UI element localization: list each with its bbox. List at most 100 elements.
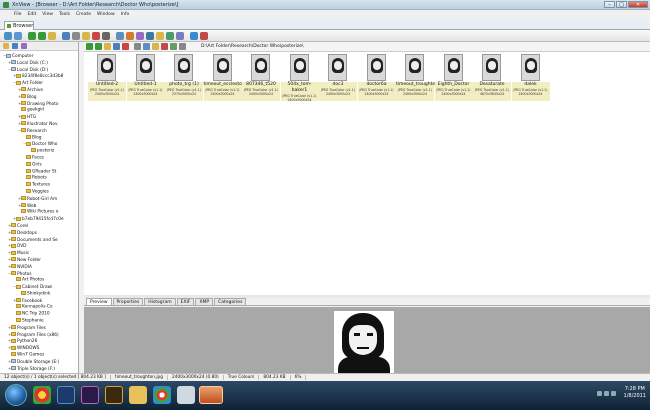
nav-back-icon[interactable] (86, 43, 93, 50)
tray-arrow-icon[interactable] (597, 391, 602, 396)
tree-item[interactable]: + Archive (0, 87, 78, 94)
tab-xmp[interactable]: XMP (195, 298, 214, 305)
tree-item[interactable]: − Art Folder (0, 80, 78, 87)
browser-icon[interactable] (4, 31, 12, 40)
delete-icon[interactable] (92, 31, 100, 40)
tree-item[interactable]: + Facebook (0, 298, 78, 305)
view-mode-icon[interactable] (134, 43, 141, 50)
star-icon[interactable] (161, 43, 168, 50)
thumbnail-image[interactable] (328, 54, 347, 81)
contact-sheet-icon[interactable] (156, 31, 164, 40)
sort-icon[interactable] (143, 43, 150, 50)
menu-window[interactable]: Window (97, 12, 115, 17)
tree-item[interactable]: + Web (0, 203, 78, 210)
illustrator-icon[interactable] (105, 386, 123, 404)
thumbnail-item[interactable]: 504x_tom-baker1 JPEG TrueColor (v1.1) 2400… (280, 54, 319, 102)
open-folder-icon[interactable] (82, 31, 90, 40)
tree-item[interactable]: Stephanie (0, 318, 78, 325)
thumbnail-image[interactable] (97, 54, 116, 81)
tree-item[interactable]: Win7 Games (0, 352, 78, 359)
tree-item[interactable]: Blog (0, 134, 78, 142)
categories-icon[interactable] (21, 43, 27, 49)
nav-up-icon[interactable] (104, 43, 111, 50)
picasa-icon[interactable] (153, 386, 171, 404)
tree-item[interactable]: Girls (0, 161, 78, 169)
tree-item[interactable]: + New Folder (0, 257, 78, 264)
tree-item[interactable]: +8234f8e8ccc3d3b8 (0, 73, 78, 80)
back-icon[interactable] (28, 31, 36, 40)
menu-tools[interactable]: Tools (59, 12, 70, 17)
thumbnail-image[interactable] (212, 54, 232, 81)
chrome-icon[interactable] (33, 386, 51, 404)
thumbnail-image[interactable] (289, 54, 309, 81)
tree-item[interactable]: + Corel (0, 223, 78, 230)
tree-item[interactable]: Shinkydink (0, 290, 78, 298)
tree-item[interactable]: + Program Files (x86) (0, 332, 78, 339)
tree-item[interactable]: + Blog (0, 94, 78, 101)
thumbnail-item[interactable]: doc3 JPEG TrueColor (v1.1) 2400x3000x24 (319, 54, 357, 101)
nav-forward-icon[interactable] (95, 43, 102, 50)
thumbnail-item[interactable]: 807346_t520 JPEG TrueColor (v1.1) 2400x300… (242, 54, 280, 101)
web-page-icon[interactable] (166, 31, 174, 40)
tree-item[interactable]: + Double Storage (E:) (0, 359, 78, 366)
binoculars-icon[interactable] (72, 31, 80, 40)
menu-create[interactable]: Create (76, 12, 91, 17)
tree-item[interactable]: Faces (0, 154, 78, 162)
thumbnail-item[interactable]: photo_trg (1) JPEG TrueColor (v1.1) 2370x3… (165, 54, 203, 101)
tree-item[interactable]: − Computer (0, 53, 78, 60)
fullscreen-icon[interactable] (14, 31, 22, 40)
tree-item[interactable]: Kennapolis-Co (0, 304, 78, 311)
thumbnail-item[interactable]: timeout_eccleston JPEG TrueColor (v1.1) 24… (203, 54, 245, 101)
tab-categories[interactable]: Categories (214, 298, 247, 305)
rename-icon[interactable] (136, 31, 144, 40)
settings-small-icon[interactable] (179, 43, 186, 50)
menu-edit[interactable]: Edit (28, 12, 37, 17)
thumbnail-image[interactable] (174, 54, 193, 81)
tree-item[interactable]: + Local Disk (C:) (0, 60, 78, 67)
tab-properties[interactable]: Properties (112, 298, 144, 305)
xnview-app-icon[interactable] (3, 2, 9, 8)
tree-item[interactable]: + Triple Storage (F:) (0, 366, 78, 373)
volume-icon[interactable] (611, 391, 616, 396)
help-icon[interactable] (200, 31, 208, 40)
refresh-icon[interactable] (62, 31, 70, 40)
tree-item[interactable]: posteriz (0, 148, 78, 155)
tree-item[interactable]: Art Photos (0, 277, 78, 284)
tree-item[interactable]: − Photos (0, 271, 78, 278)
tree-item[interactable]: GReader St (0, 168, 78, 176)
thumbnail-item[interactable]: Eighth_Doctor JPEG TrueColor (v1.1) 2400x3… (434, 54, 473, 101)
thumbnail-item[interactable]: Desaturate JPEG TrueColor (v1.1) 4672x5845… (473, 54, 511, 101)
close-button[interactable]: ✕ (628, 1, 648, 8)
thumbnail-image[interactable] (482, 54, 501, 81)
nav-refresh-icon[interactable] (113, 43, 120, 50)
forward-icon[interactable] (38, 31, 46, 40)
favorites-icon[interactable] (12, 43, 18, 49)
thumbnail-item[interactable]: dalek JPEG TrueColor (v1.1) 2400x3000x24 (511, 54, 550, 101)
clock[interactable]: 7:28 PM 1/8/2011 (624, 386, 646, 400)
menu-info[interactable]: Info (121, 12, 130, 17)
tag-icon[interactable] (170, 43, 177, 50)
tree-item[interactable]: + Program Files (0, 325, 78, 332)
address-path[interactable]: D:\Art Folder\Research\Doctor Who\poster… (201, 44, 304, 49)
thumbnail-item[interactable]: doctor6a JPEG TrueColor (v1.1) 2400x3000x2… (357, 54, 396, 101)
tree-item[interactable]: − Research (0, 128, 78, 135)
tree-item[interactable]: + Music (0, 250, 78, 257)
tree-item[interactable]: + Robot-Girl Am (0, 196, 78, 203)
inkscape-icon[interactable] (177, 386, 195, 404)
nav-stop-icon[interactable] (122, 43, 129, 50)
tree-item[interactable]: + Documents and Se (0, 237, 78, 244)
tree-item[interactable]: − Local Disk (D:) (0, 67, 78, 74)
maximize-button[interactable]: □ (616, 1, 627, 8)
tree-item[interactable]: + Illustrator Nov (0, 121, 78, 128)
tree-item[interactable]: + b7eb79415fcd7c0e (0, 216, 78, 223)
capture-icon[interactable] (146, 31, 154, 40)
premiere-icon[interactable] (81, 386, 99, 404)
thumbnail-image[interactable] (366, 54, 386, 81)
folders-icon[interactable] (3, 43, 9, 49)
print-icon[interactable] (102, 31, 110, 40)
thumbnail-image[interactable] (251, 54, 270, 81)
thumbnail-item[interactable]: Untitled-1 JPEG TrueColor (v1.1) 2400x3000… (126, 54, 165, 101)
tree-item[interactable]: + Desktops (0, 230, 78, 237)
tree-item[interactable]: + Python26 (0, 338, 78, 345)
network-icon[interactable] (604, 391, 609, 396)
